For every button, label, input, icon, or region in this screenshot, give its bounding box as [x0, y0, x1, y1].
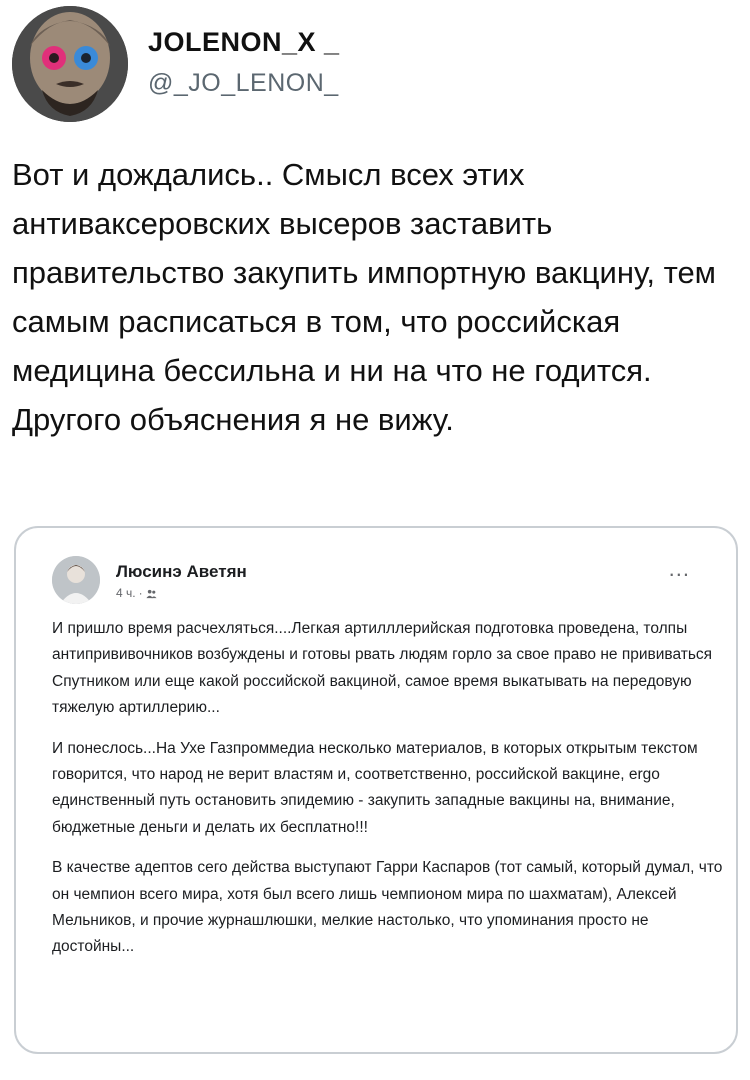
- separator-dot: ·: [138, 586, 143, 600]
- more-options-icon: ...: [668, 556, 690, 581]
- display-name[interactable]: JOLENON_X _: [148, 26, 340, 58]
- embedded-image-card[interactable]: Люсинэ Аветян 4 ч. · ... И пришло время …: [14, 526, 738, 1054]
- profile-avatar[interactable]: [12, 6, 128, 122]
- post-author-name: Люсинэ Аветян: [116, 562, 247, 581]
- post-body: И пришло время расчехляться....Легкая ар…: [52, 616, 732, 975]
- post-meta: 4 ч. ·: [116, 586, 157, 600]
- tweet-text: Вот и дождались.. Смысл всех этих антива…: [12, 157, 716, 437]
- post-author-avatar: [52, 556, 100, 604]
- post-paragraph: В качестве адептов сего действа выступаю…: [52, 859, 723, 956]
- post-paragraph: И пришло время расчехляться....Легкая ар…: [52, 620, 713, 717]
- user-handle[interactable]: @_JO_LENON_: [148, 68, 340, 98]
- post-time: 4 ч.: [116, 586, 136, 600]
- post-paragraph: И понеслось...На Ухе Газпроммедиа нескол…: [52, 739, 698, 836]
- avatar-image: [12, 6, 128, 122]
- tweet-header: JOLENON_X _ @_JO_LENON_: [12, 6, 738, 124]
- avatar-image: [52, 556, 100, 604]
- friends-icon: [146, 589, 157, 598]
